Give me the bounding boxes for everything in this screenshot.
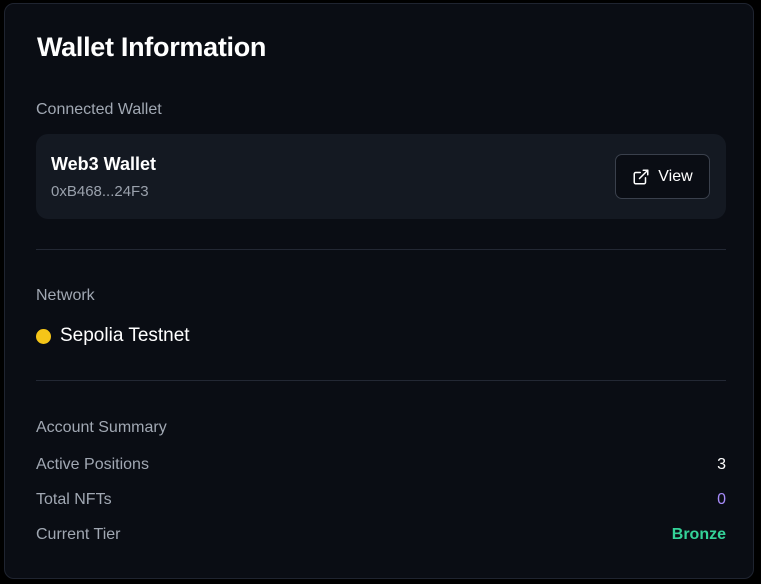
summary-row-value: 3	[717, 456, 726, 473]
summary-row-active-positions: Active Positions 3	[36, 456, 726, 478]
wallet-name: Web3 Wallet	[51, 154, 157, 174]
view-wallet-button[interactable]: View	[615, 154, 710, 199]
wallet-information-card: Wallet Information Connected Wallet Web3…	[4, 3, 754, 579]
view-button-label: View	[658, 167, 693, 185]
summary-row-current-tier: Current Tier Bronze	[36, 526, 726, 548]
summary-row-label: Current Tier	[36, 526, 121, 543]
summary-row-value: Bronze	[671, 526, 726, 543]
network-name: Sepolia Testnet	[60, 325, 190, 346]
summary-row-value: 0	[717, 491, 726, 508]
wallet-address: 0xB468...24F3	[51, 183, 149, 200]
card-title: Wallet Information	[37, 32, 267, 62]
account-summary-label: Account Summary	[36, 419, 167, 436]
network-status: Sepolia Testnet	[36, 324, 190, 348]
wallet-box: Web3 Wallet 0xB468...24F3 View	[36, 134, 726, 219]
summary-row-label: Total NFTs	[36, 491, 112, 508]
network-status-dot	[36, 328, 51, 344]
summary-row-total-nfts: Total NFTs 0	[36, 491, 726, 513]
divider	[36, 380, 726, 381]
connected-wallet-label: Connected Wallet	[36, 101, 162, 118]
divider	[36, 249, 726, 250]
external-link-icon	[632, 168, 650, 186]
summary-row-label: Active Positions	[36, 456, 149, 473]
network-label: Network	[36, 287, 95, 304]
